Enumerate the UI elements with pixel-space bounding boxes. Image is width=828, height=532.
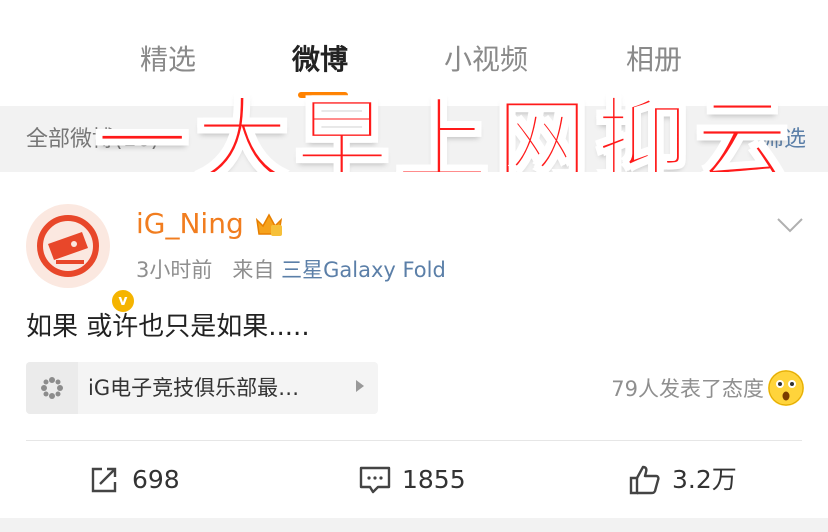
tab-short-video[interactable]: 小视频 xyxy=(444,40,528,80)
post-time: 3小时前 xyxy=(136,258,213,282)
topic-card[interactable]: iG电子竞技俱乐部最… xyxy=(26,362,378,414)
tab-featured[interactable]: 精选 xyxy=(140,40,196,80)
topic-arrow-icon xyxy=(356,380,364,392)
crown-vip-icon[interactable] xyxy=(254,210,284,238)
post-content: 如果 或许也只是如果..... xyxy=(26,312,310,342)
action-divider xyxy=(26,440,802,441)
repost-icon xyxy=(91,467,117,493)
repost-count: 698 xyxy=(132,465,180,494)
tab-weibo[interactable]: 微博 xyxy=(292,40,348,80)
like-button[interactable]: 3.2万 xyxy=(628,462,768,498)
tab-album[interactable]: 相册 xyxy=(626,40,682,80)
topic-text: iG电子竞技俱乐部最… xyxy=(88,376,300,400)
bottom-separator xyxy=(0,518,828,532)
weibo-post-card: v iG_Ning 3小时前 来自 三星Galaxy Fold 如果 或许也只是… xyxy=(0,172,828,518)
username[interactable]: iG_Ning xyxy=(136,206,244,242)
comment-count: 1855 xyxy=(402,465,466,494)
post-source-device[interactable]: 三星Galaxy Fold xyxy=(281,258,446,282)
avatar-logo-icon xyxy=(28,206,108,286)
avatar[interactable]: v xyxy=(26,204,136,314)
like-icon xyxy=(629,465,660,495)
repost-button[interactable]: 698 xyxy=(88,462,208,498)
post-meta: 3小时前 来自 三星Galaxy Fold xyxy=(136,256,446,284)
comment-icon xyxy=(359,466,391,494)
source-prefix: 来自 xyxy=(232,258,275,282)
comment-button[interactable]: 1855 xyxy=(358,462,488,498)
reactions-summary[interactable]: 79人发表了态度 xyxy=(611,375,764,403)
chevron-down-icon[interactable] xyxy=(776,216,804,234)
surprised-emoji-icon[interactable] xyxy=(768,370,804,406)
topic-icon xyxy=(26,362,78,414)
like-count: 3.2万 xyxy=(672,465,737,494)
